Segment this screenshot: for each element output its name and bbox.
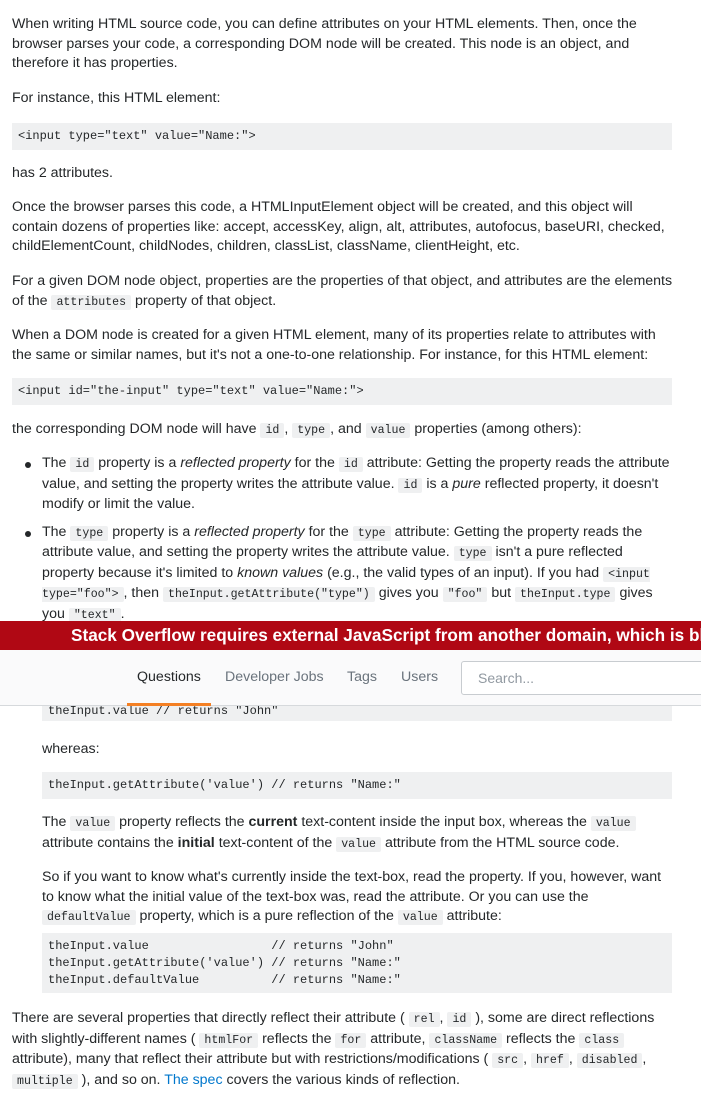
paragraph-for-instance: For instance, this HTML element: bbox=[12, 90, 221, 106]
paragraph-attributes-property: For a given DOM node object, properties … bbox=[12, 272, 674, 312]
text-segment: covers the various kinds of reflection. bbox=[226, 1071, 460, 1088]
inline-code: src bbox=[492, 1053, 524, 1068]
emphasis: known values bbox=[237, 564, 324, 581]
nav-developer-jobs[interactable]: Developer Jobs bbox=[225, 650, 324, 705]
text-segment: There are several properties that direct… bbox=[12, 1010, 405, 1026]
inline-code: value bbox=[336, 836, 382, 852]
text-segment: property is a bbox=[112, 523, 191, 540]
paragraph-current-vs-initial: The value property reflects the current … bbox=[42, 813, 672, 854]
inline-code: id bbox=[447, 1012, 472, 1027]
paragraph-two-attributes: has 2 attributes. bbox=[12, 165, 113, 181]
inline-code: multiple bbox=[12, 1073, 78, 1089]
paragraph-reflection-kinds: There are several properties that direct… bbox=[12, 1009, 674, 1091]
text-segment: property is a bbox=[98, 455, 177, 471]
inline-code: htmlFor bbox=[199, 1032, 259, 1048]
paragraph-properties-list: Once the browser parses this code, a HTM… bbox=[12, 199, 665, 254]
text-segment: attribute: bbox=[446, 908, 502, 924]
search-input[interactable] bbox=[461, 661, 701, 695]
text-segment: attribute contains the bbox=[42, 834, 174, 851]
code-block-get-attribute: theInput.getAttribute('value') // return… bbox=[42, 772, 672, 799]
text-segment: , and bbox=[330, 421, 362, 437]
bullet-list: The id property is a reflected property … bbox=[12, 454, 674, 625]
text-segment: The bbox=[42, 523, 67, 540]
text-segment: text-content of the bbox=[218, 834, 333, 851]
paragraph-intro: When writing HTML source code, you can d… bbox=[12, 16, 637, 71]
javascript-warning-banner: Stack Overflow requires external JavaScr… bbox=[0, 621, 701, 650]
inline-code: disabled bbox=[576, 1053, 643, 1068]
list-item-type-reflection: The type property is a reflected propert… bbox=[12, 523, 674, 626]
inline-code: value bbox=[590, 816, 636, 831]
inline-code: class bbox=[579, 1032, 625, 1048]
inline-code: theInput.getAttribute("type") bbox=[162, 587, 375, 602]
text-segment: reflects the bbox=[506, 1030, 576, 1047]
inline-code: id bbox=[338, 457, 363, 472]
code-block-comparison: theInput.value // returns "John" theInpu… bbox=[42, 933, 672, 993]
text-segment: The bbox=[42, 455, 67, 471]
paragraph-whereas: whereas: bbox=[42, 741, 100, 757]
code-block-input-1: <input type="text" value="Name:"> bbox=[12, 123, 672, 150]
text-segment: property of that object. bbox=[134, 292, 277, 309]
inline-code: type bbox=[70, 525, 109, 541]
inline-code: rel bbox=[408, 1012, 440, 1027]
text-segment: for the bbox=[308, 523, 349, 540]
inline-code: type bbox=[352, 525, 391, 541]
emphasis: reflected property bbox=[180, 455, 291, 471]
text-segment: attribute from the HTML source code. bbox=[384, 834, 620, 851]
text-segment: , bbox=[523, 1051, 528, 1067]
text-segment: , bbox=[284, 421, 289, 437]
inline-code: id bbox=[70, 457, 95, 472]
text-segment: reflects the bbox=[262, 1030, 332, 1047]
inline-code: "foo" bbox=[442, 587, 488, 602]
text-segment: , bbox=[568, 1051, 573, 1067]
text-segment: property, which is a pure reflection of … bbox=[139, 908, 394, 924]
text-segment: . bbox=[120, 605, 125, 622]
code-id: id bbox=[260, 423, 285, 438]
bullet-dot bbox=[25, 462, 31, 468]
code-block-input-2: <input id="the-input" type="text" value=… bbox=[12, 378, 672, 405]
nav-tags[interactable]: Tags bbox=[347, 650, 377, 705]
paragraph-corresponding-node: the corresponding DOM node will have id,… bbox=[12, 420, 674, 441]
inline-code: id bbox=[398, 477, 423, 493]
inline-code: for bbox=[335, 1032, 367, 1048]
emphasis: initial bbox=[177, 834, 215, 851]
text-segment: property reflects the bbox=[119, 814, 245, 830]
text-segment: for the bbox=[294, 455, 335, 471]
text-segment: properties (among others): bbox=[414, 421, 582, 437]
inline-code: value bbox=[397, 910, 443, 925]
paragraph-default-value: So if you want to know what's currently … bbox=[42, 868, 672, 928]
text-segment: attribute), many that reflect their attr… bbox=[12, 1051, 489, 1067]
spec-link[interactable]: The spec bbox=[164, 1072, 222, 1088]
text-segment: ), and so on. bbox=[81, 1071, 161, 1088]
emphasis: pure bbox=[452, 475, 481, 492]
text-segment: The bbox=[42, 814, 67, 830]
inline-code: defaultValue bbox=[42, 910, 136, 925]
text-segment: text-content inside the input box, where… bbox=[301, 814, 587, 830]
emphasis: current bbox=[248, 814, 298, 830]
nav-questions[interactable]: Questions bbox=[127, 650, 211, 706]
text-segment: , then bbox=[123, 585, 160, 601]
inline-code: theInput.type bbox=[515, 587, 616, 602]
inline-code: value bbox=[70, 816, 116, 831]
emphasis: reflected property bbox=[194, 523, 305, 540]
nav-users[interactable]: Users bbox=[401, 650, 438, 705]
text-segment: the corresponding DOM node will have bbox=[12, 421, 257, 437]
code-attributes: attributes bbox=[51, 294, 132, 310]
list-item-id-reflection: The id property is a reflected property … bbox=[12, 454, 674, 515]
text-segment: , bbox=[642, 1051, 647, 1067]
text-segment: (e.g., the valid types of an input). If … bbox=[327, 564, 600, 581]
top-navbar: Questions Developer Jobs Tags Users bbox=[0, 650, 701, 706]
inline-code: className bbox=[429, 1032, 503, 1048]
bullet-dot bbox=[25, 530, 31, 537]
text-segment: is a bbox=[426, 475, 449, 492]
inline-code: href bbox=[531, 1053, 569, 1068]
paragraph-dom-node: When a DOM node is created for a given H… bbox=[12, 327, 656, 363]
code-value: value bbox=[365, 423, 411, 438]
text-segment: So if you want to know what's currently … bbox=[42, 869, 662, 905]
code-type: type bbox=[292, 423, 331, 438]
text-segment: but bbox=[491, 585, 512, 601]
text-segment: gives you bbox=[378, 585, 439, 601]
inline-code: type bbox=[453, 546, 492, 561]
text-segment: , bbox=[439, 1010, 444, 1026]
text-segment: attribute, bbox=[370, 1030, 426, 1047]
